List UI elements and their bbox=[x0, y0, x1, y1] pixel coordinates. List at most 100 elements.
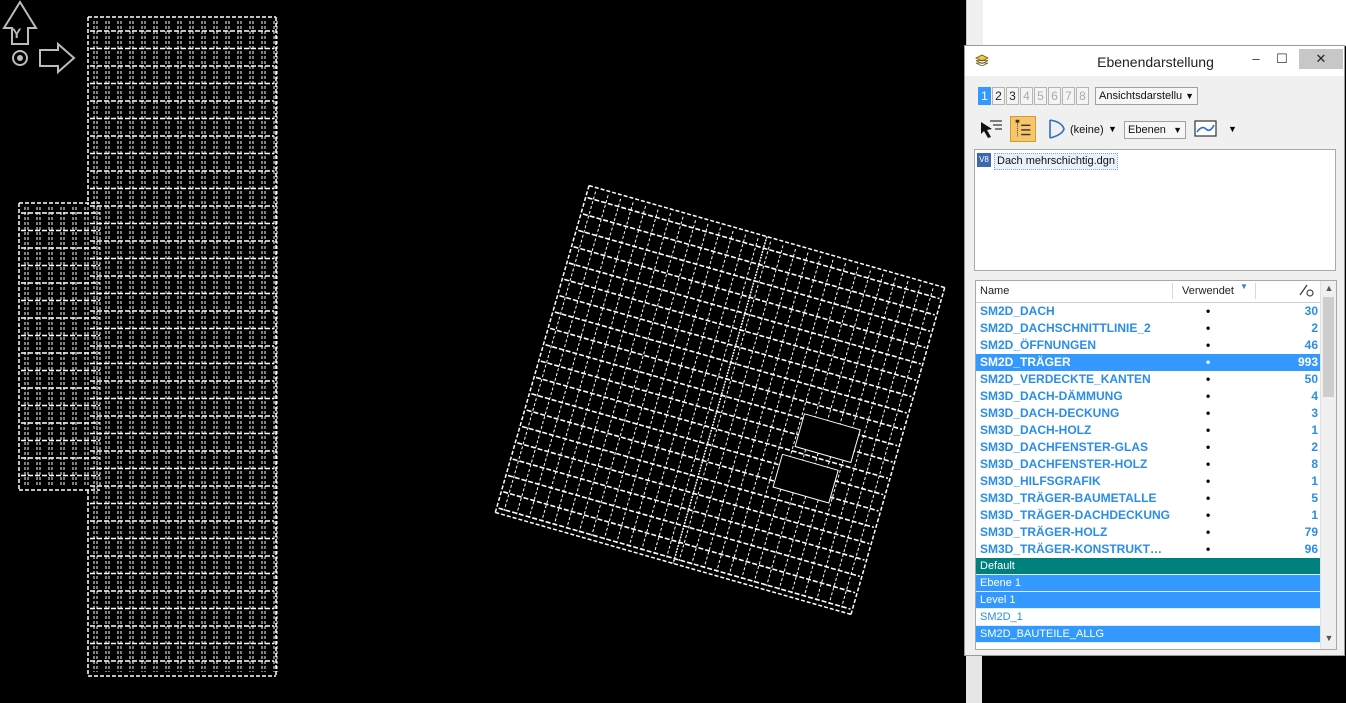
level-list: SM2D_DACH • 30 SM2D_DACHSCHNITTLINIE_2 • 2 SM2… bbox=[976, 303, 1320, 643]
used-indicator: • bbox=[1206, 491, 1211, 505]
close-button[interactable]: ✕ bbox=[1299, 49, 1343, 69]
levels-dropdown-value: Ebenen bbox=[1128, 124, 1166, 136]
view-tab-3[interactable]: 3 bbox=[1006, 87, 1019, 105]
column-header-used[interactable]: Verwendet bbox=[1182, 285, 1234, 297]
view-tab-8[interactable]: 8 bbox=[1076, 87, 1089, 105]
view-tab-1[interactable]: 1 bbox=[978, 87, 991, 105]
element-count: 1 bbox=[1311, 508, 1318, 522]
level-name: SM3D_HILFSGRAFIK bbox=[980, 474, 1101, 488]
element-count: 2 bbox=[1311, 440, 1318, 454]
used-indicator: • bbox=[1206, 338, 1211, 352]
level-name: SM3D_TRÄGER-DACHDECKUNG bbox=[980, 508, 1171, 522]
table-row[interactable]: SM3D_DACHFENSTER-HOLZ • 8 bbox=[976, 456, 1320, 473]
table-row[interactable]: SM3D_DACH-HOLZ • 1 bbox=[976, 422, 1320, 439]
table-row[interactable]: SM2D_TRÄGER • 993 bbox=[976, 354, 1320, 371]
column-header-name[interactable]: Name bbox=[980, 285, 1009, 297]
roof-drawing bbox=[18, 16, 946, 677]
element-count-icon[interactable] bbox=[1298, 282, 1314, 298]
view-tab-5[interactable]: 5 bbox=[1034, 87, 1047, 105]
level-name: Ebene 1 bbox=[980, 577, 1021, 589]
used-indicator: • bbox=[1206, 304, 1211, 318]
table-row[interactable]: SM2D_DACHSCHNITTLINIE_2 • 2 bbox=[976, 320, 1320, 337]
roof-line bbox=[494, 185, 590, 513]
element-count: 2 bbox=[1311, 321, 1318, 335]
table-header: Name Verwendet ▼ bbox=[976, 281, 1320, 303]
table-row[interactable]: SM2D_BAUTEILE_ALLG bbox=[976, 626, 1320, 643]
used-indicator: • bbox=[1206, 321, 1211, 335]
filter-icon[interactable] bbox=[1046, 117, 1068, 141]
roof-line bbox=[503, 191, 597, 511]
element-count: 96 bbox=[1304, 542, 1318, 556]
background-window-bottom bbox=[966, 656, 1346, 703]
filter-value[interactable]: (keine) bbox=[1070, 124, 1104, 136]
level-name: SM2D_1 bbox=[980, 611, 1023, 623]
view-display-dropdown[interactable]: Ansichtsdarstellu ▼ bbox=[1095, 87, 1198, 105]
roof-line bbox=[553, 205, 647, 526]
table-row[interactable]: SM3D_TRÄGER-DACHDECKUNG • 1 bbox=[976, 507, 1320, 524]
level-list-scrollbar[interactable]: ▲ ▼ bbox=[1320, 281, 1336, 649]
display-mode-icon[interactable] bbox=[1194, 117, 1218, 141]
element-count: 50 bbox=[1304, 372, 1318, 386]
file-tree: V8 Dach mehrschichtig.dgn bbox=[974, 149, 1336, 271]
used-indicator: • bbox=[1206, 457, 1211, 471]
level-name: SM2D_BAUTEILE_ALLG bbox=[980, 628, 1105, 640]
roof-line bbox=[641, 230, 734, 551]
roof-window-opening bbox=[794, 413, 861, 464]
table-row[interactable]: SM3D_TRÄGER-BAUMETALLE • 5 bbox=[976, 490, 1320, 507]
level-name: SM2D_VERDECKTE_KANTEN bbox=[980, 372, 1151, 386]
element-count: 1 bbox=[1311, 423, 1318, 437]
roof-line bbox=[516, 195, 609, 515]
element-count: 46 bbox=[1304, 338, 1318, 352]
tree-view-icon[interactable] bbox=[1010, 116, 1036, 142]
scroll-down-icon[interactable]: ▼ bbox=[1321, 633, 1336, 647]
element-count: 1 bbox=[1311, 474, 1318, 488]
view-tab-4[interactable]: 4 bbox=[1020, 87, 1033, 105]
maximize-button[interactable]: ☐ bbox=[1267, 49, 1297, 69]
roof-line bbox=[588, 184, 945, 289]
used-indicator: • bbox=[1206, 372, 1211, 386]
chevron-down-icon[interactable]: ▼ bbox=[1228, 124, 1237, 134]
roof-line bbox=[566, 209, 659, 529]
view-tab-6[interactable]: 6 bbox=[1048, 87, 1061, 105]
file-name[interactable]: Dach mehrschichtig.dgn bbox=[994, 153, 1119, 170]
table-row[interactable]: SM3D_DACHFENSTER-GLAS • 2 bbox=[976, 439, 1320, 456]
axis-y-label: Y bbox=[12, 25, 22, 41]
view-axis-triad-icon: Y bbox=[2, 0, 76, 75]
level-name: Default bbox=[980, 560, 1015, 572]
scroll-up-icon[interactable]: ▲ bbox=[1321, 283, 1336, 297]
view-tab-2[interactable]: 2 bbox=[992, 87, 1005, 105]
used-indicator: • bbox=[1206, 423, 1211, 437]
level-name: SM2D_ÖFFNUNGEN bbox=[980, 338, 1097, 352]
chevron-down-icon: ▼ bbox=[1185, 91, 1194, 101]
roof-line bbox=[495, 511, 852, 616]
level-name: SM3D_DACH-HOLZ bbox=[980, 423, 1092, 437]
level-name: SM3D_DACHFENSTER-GLAS bbox=[980, 440, 1149, 454]
table-row[interactable]: SM3D_TRÄGER-HOLZ • 79 bbox=[976, 524, 1320, 541]
scroll-thumb[interactable] bbox=[1323, 297, 1334, 397]
element-count: 3 bbox=[1311, 406, 1318, 420]
level-name: SM3D_DACH-DÄMMUNG bbox=[980, 389, 1123, 403]
view-display-value: Ansichtsdarstellu bbox=[1099, 90, 1183, 102]
table-row[interactable]: SM3D_DACH-DÄMMUNG • 4 bbox=[976, 388, 1320, 405]
view-tab-7[interactable]: 7 bbox=[1062, 87, 1075, 105]
table-row[interactable]: SM3D_DACH-DECKUNG • 3 bbox=[976, 405, 1320, 422]
table-row[interactable]: SM3D_HILFSGRAFIK • 1 bbox=[976, 473, 1320, 490]
cad-viewport[interactable]: Y bbox=[0, 0, 966, 703]
table-row[interactable]: SM2D_DACH • 30 bbox=[976, 303, 1320, 320]
table-row[interactable]: SM2D_VERDECKTE_KANTEN • 50 bbox=[976, 371, 1320, 388]
table-row[interactable]: Ebene 1 bbox=[976, 575, 1320, 592]
chevron-down-icon[interactable]: ▼ bbox=[1108, 124, 1117, 134]
table-row[interactable]: SM2D_1 bbox=[976, 609, 1320, 626]
roof-line bbox=[653, 234, 747, 554]
table-row[interactable]: Level 1 bbox=[976, 592, 1320, 609]
table-row[interactable]: Default bbox=[976, 558, 1320, 575]
levels-dropdown[interactable]: Ebenen ▼ bbox=[1124, 121, 1186, 139]
table-row[interactable]: SM3D_TRÄGER-KONSTRUKT… • 96 bbox=[976, 541, 1320, 558]
table-row[interactable]: SM2D_ÖFFNUNGEN • 46 bbox=[976, 337, 1320, 354]
select-arrow-icon[interactable] bbox=[978, 117, 1004, 141]
chevron-down-icon: ▼ bbox=[1173, 125, 1182, 135]
dialog-titlebar[interactable]: Ebenendarstellung ‒ ☐ ✕ bbox=[965, 46, 1344, 76]
level-name: SM3D_DACH-DECKUNG bbox=[980, 406, 1120, 420]
level-display-dialog: Ebenendarstellung ‒ ☐ ✕ 12345678 Ansicht… bbox=[964, 45, 1345, 656]
level-name: SM3D_TRÄGER-BAUMETALLE bbox=[980, 491, 1157, 505]
